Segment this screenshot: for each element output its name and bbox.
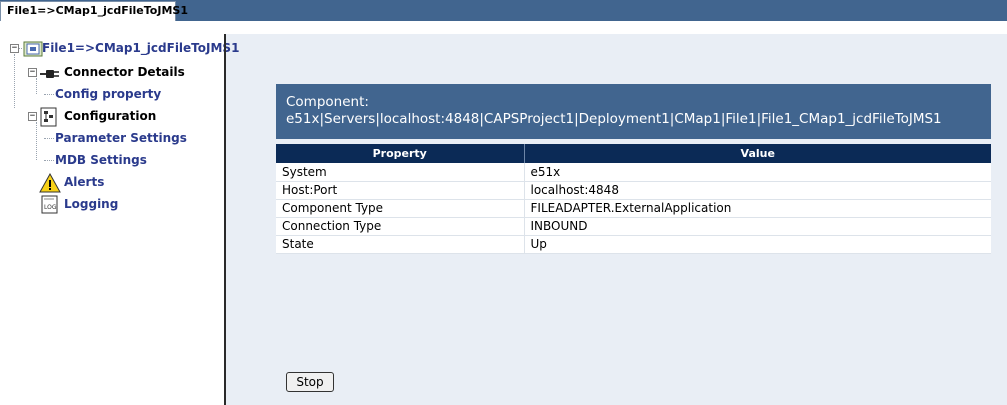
- table-row: Host:Port localhost:4848: [276, 181, 991, 200]
- tree-item-connector-details[interactable]: Connector Details: [64, 64, 185, 80]
- stop-button[interactable]: Stop: [286, 372, 334, 392]
- log-icon: LOG: [40, 195, 60, 219]
- tree-item-mdb-settings[interactable]: MDB Settings: [55, 152, 147, 168]
- property-cell: Connection Type: [276, 217, 525, 236]
- component-path: e51x|Servers|localhost:4848|CAPSProject1…: [286, 111, 942, 127]
- tree-root-node[interactable]: File1=>CMap1_jcdFileToJMS1: [42, 40, 239, 56]
- value-cell: FILEADAPTER.ExternalApplication: [524, 199, 991, 218]
- connector-plug-icon: [40, 66, 62, 85]
- property-table: Property Value System e51x Host:Port loc…: [276, 144, 991, 254]
- component-icon: [23, 40, 43, 62]
- value-cell: INBOUND: [524, 217, 991, 236]
- top-tab-bar: File1=>CMap1_jcdFileToJMS1: [0, 0, 1007, 21]
- table-row: Connection Type INBOUND: [276, 217, 991, 236]
- tree-connector: [36, 78, 37, 94]
- tree-connector: [44, 138, 54, 139]
- warning-icon: [39, 172, 61, 197]
- tree-item-logging[interactable]: Logging: [64, 196, 118, 212]
- table-row: Component Type FILEADAPTER.ExternalAppli…: [276, 199, 991, 218]
- component-info-box: Component: e51x|Servers|localhost:4848|C…: [276, 84, 991, 139]
- collapse-root-toggle[interactable]: −: [10, 44, 19, 53]
- component-heading: Component:: [286, 94, 369, 110]
- configuration-icon: [40, 107, 58, 131]
- tree-item-alerts[interactable]: Alerts: [64, 174, 104, 190]
- collapse-connector-toggle[interactable]: −: [28, 68, 37, 77]
- tree-connector: [36, 122, 37, 160]
- property-cell: Host:Port: [276, 181, 525, 200]
- tree-item-configuration[interactable]: Configuration: [64, 108, 156, 124]
- tree-connector: [14, 54, 15, 108]
- tree-item-config-property[interactable]: Config property: [55, 86, 161, 102]
- table-row: State Up: [276, 235, 991, 254]
- navigation-tree: − File1=>CMap1_jcdFileToJMS1 − Connector…: [0, 34, 239, 405]
- property-cell: State: [276, 235, 525, 254]
- spacer-strip: [0, 21, 1007, 34]
- value-cell: Up: [524, 235, 991, 254]
- tree-connector: [44, 94, 54, 95]
- tree-connector: [44, 160, 54, 161]
- svg-text:LOG: LOG: [44, 204, 57, 211]
- value-cell: localhost:4848: [524, 181, 991, 200]
- property-cell: Component Type: [276, 199, 525, 218]
- column-header-property: Property: [276, 144, 525, 163]
- property-cell: System: [276, 163, 525, 182]
- table-row: System e51x: [276, 163, 991, 182]
- value-cell: e51x: [524, 163, 991, 182]
- tree-item-parameter-settings[interactable]: Parameter Settings: [55, 130, 187, 146]
- table-header-row: Property Value: [276, 144, 991, 163]
- column-header-value: Value: [524, 144, 991, 163]
- panel-divider[interactable]: [224, 34, 226, 405]
- collapse-configuration-toggle[interactable]: −: [28, 112, 37, 121]
- tab-component[interactable]: File1=>CMap1_jcdFileToJMS1: [0, 1, 188, 21]
